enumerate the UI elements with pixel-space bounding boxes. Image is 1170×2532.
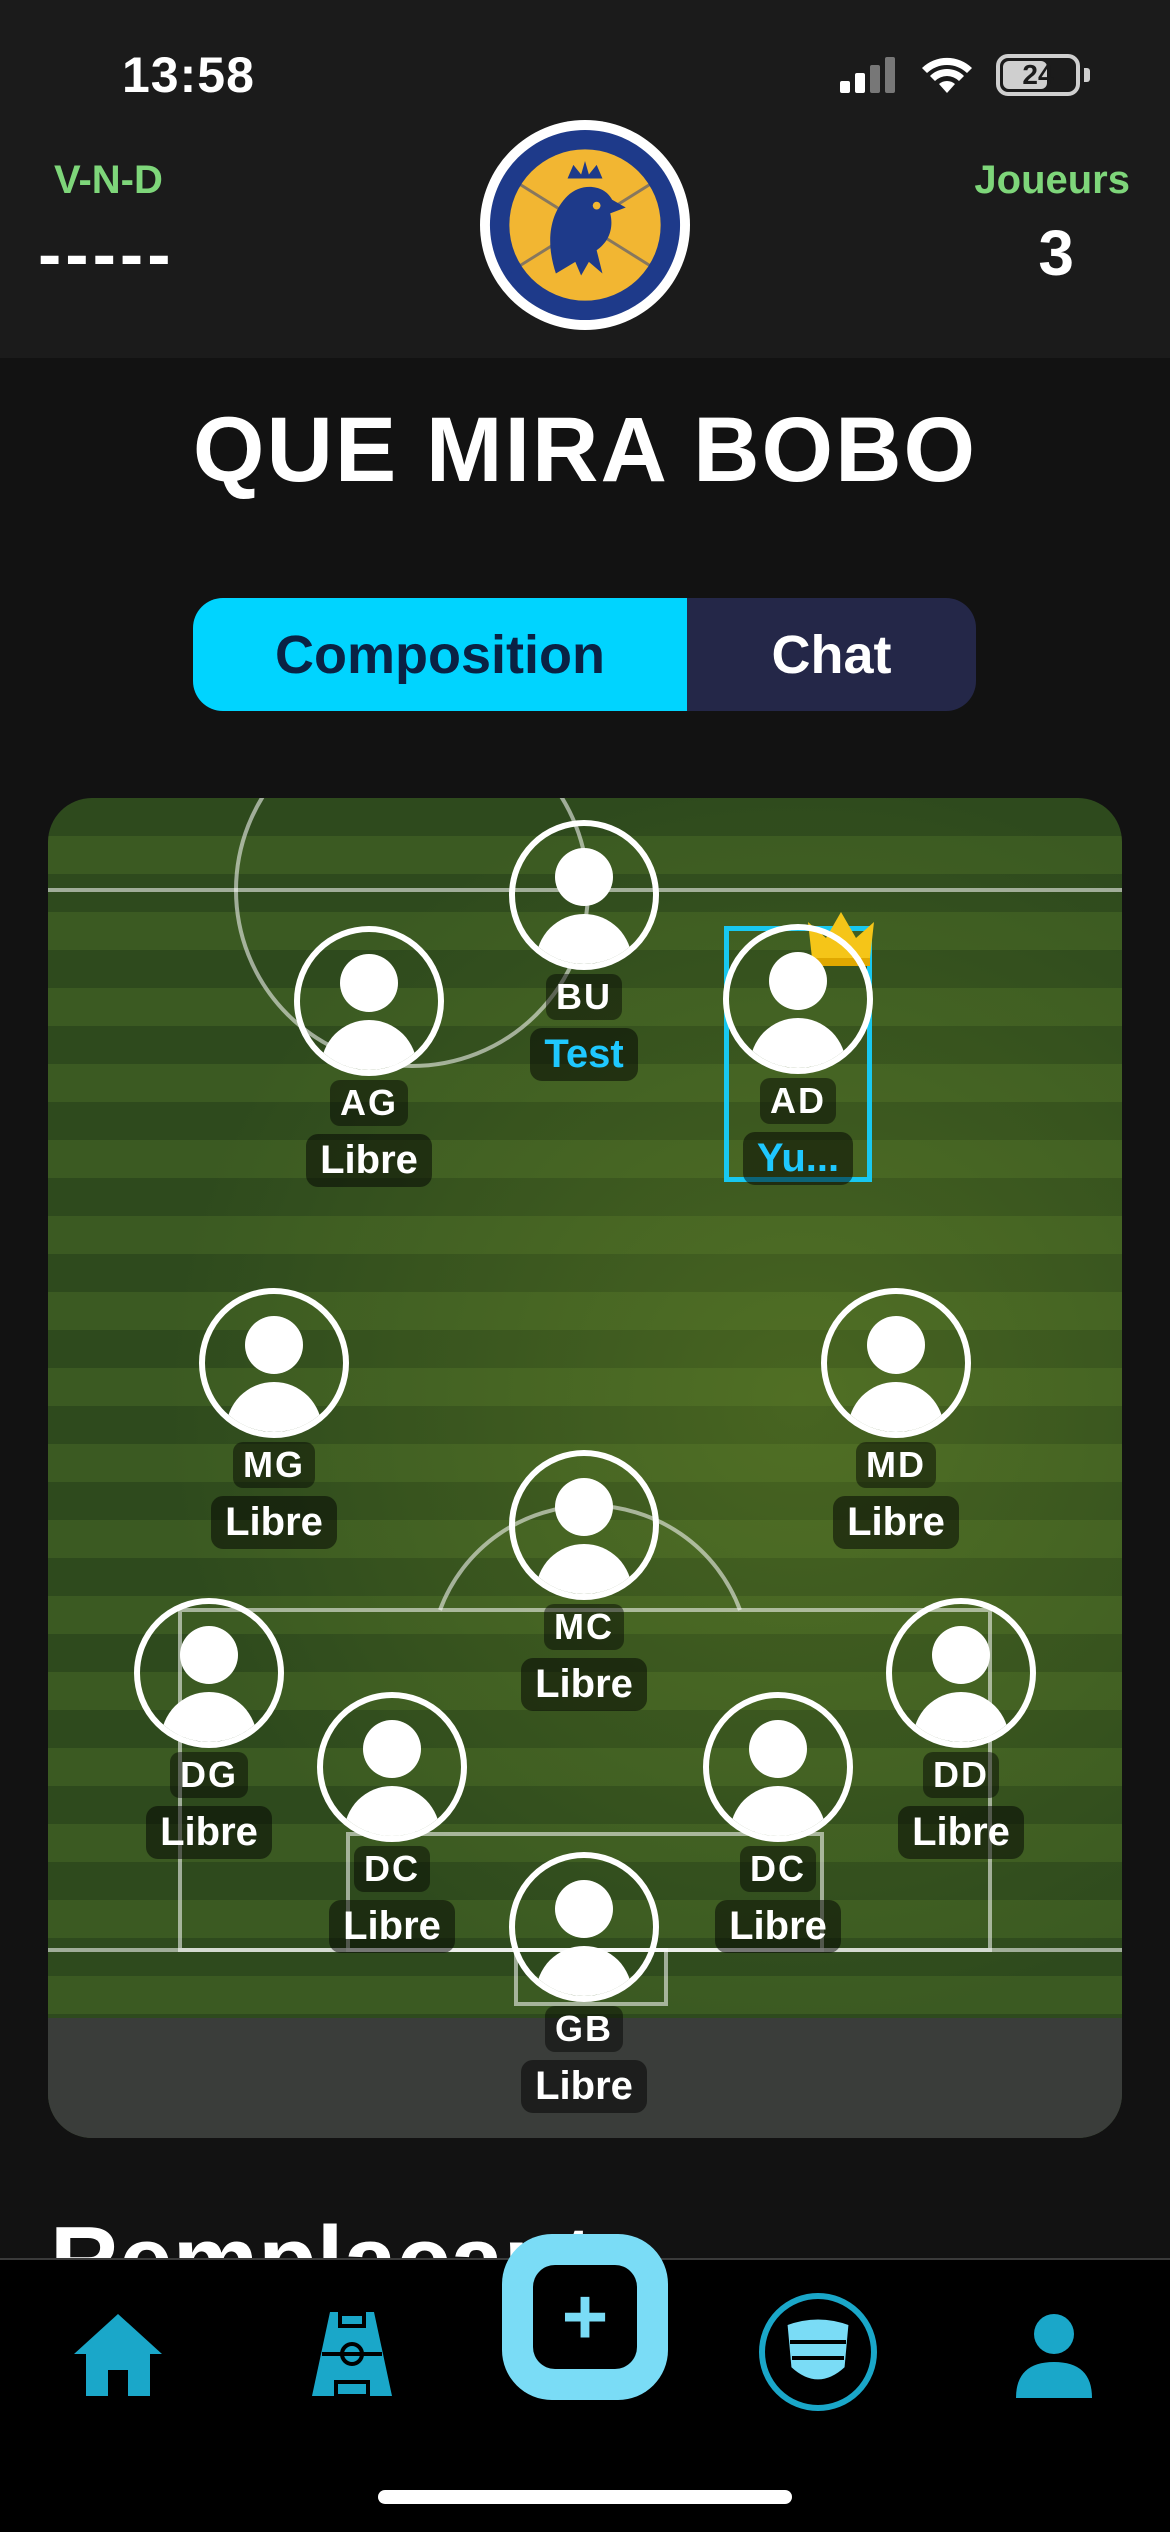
position-label: AD xyxy=(760,1078,836,1124)
position-label: MD xyxy=(856,1442,936,1488)
player-name: Yu... xyxy=(742,1132,854,1185)
team-header: V-N-D ----- Joueurs 3 xyxy=(0,120,1170,358)
profile-icon[interactable] xyxy=(1004,2306,1104,2406)
status-time: 13:58 xyxy=(122,47,255,103)
wifi-icon xyxy=(922,57,972,93)
home-indicator[interactable] xyxy=(378,2490,792,2504)
position-label: BU xyxy=(546,974,622,1020)
position-label: AG xyxy=(330,1080,408,1126)
add-button[interactable]: + xyxy=(502,2234,668,2400)
player-avatar-icon xyxy=(199,1288,349,1438)
player-slot-dc-left[interactable]: DC Libre xyxy=(312,1692,472,1953)
player-slot-gb[interactable]: GB Libre xyxy=(504,1852,664,2113)
record-value: ----- xyxy=(38,215,175,293)
players-label: Joueurs xyxy=(974,158,1130,202)
position-label: DC xyxy=(740,1846,816,1892)
battery-level: 24 xyxy=(1022,59,1054,90)
battery-tip xyxy=(1084,68,1090,82)
player-slot-dg[interactable]: DG Libre xyxy=(129,1598,289,1859)
player-name: Libre xyxy=(521,1658,647,1711)
player-name: Libre xyxy=(329,1900,455,1953)
tab-chat[interactable]: Chat xyxy=(687,598,976,711)
tab-composition[interactable]: Composition xyxy=(193,598,687,711)
team-name: QUE MIRA BOBO xyxy=(192,399,978,501)
player-avatar-icon xyxy=(703,1692,853,1842)
player-name: Libre xyxy=(715,1900,841,1953)
player-avatar-icon xyxy=(317,1692,467,1842)
team-logo[interactable] xyxy=(480,120,690,330)
position-label: GB xyxy=(545,2006,623,2052)
player-slot-bu[interactable]: BU Test xyxy=(504,820,664,1081)
position-label: MC xyxy=(544,1604,624,1650)
player-avatar-icon xyxy=(821,1288,971,1438)
eagle-crest-icon xyxy=(489,129,681,321)
position-label: DC xyxy=(354,1846,430,1892)
player-name: Test xyxy=(530,1028,638,1081)
player-avatar-icon xyxy=(509,1450,659,1600)
record-label: V-N-D xyxy=(54,158,163,202)
player-slot-mc[interactable]: MC Libre xyxy=(504,1450,664,1711)
player-name: Libre xyxy=(521,2060,647,2113)
player-slot-dd[interactable]: DD Libre xyxy=(881,1598,1041,1859)
player-name: Libre xyxy=(306,1134,432,1187)
home-icon[interactable] xyxy=(68,2306,168,2406)
player-avatar-icon xyxy=(886,1598,1036,1748)
player-name: Libre xyxy=(833,1496,959,1549)
player-slot-mg[interactable]: MG Libre xyxy=(194,1288,354,1549)
player-name: Libre xyxy=(146,1806,272,1859)
player-avatar-icon xyxy=(509,820,659,970)
cellular-signal-icon xyxy=(840,57,895,93)
player-avatar-icon xyxy=(294,926,444,1076)
player-avatar-icon xyxy=(723,924,873,1074)
position-label: DG xyxy=(170,1752,248,1798)
player-slot-ad[interactable]: AD Yu... xyxy=(718,924,878,1185)
team-badge-icon[interactable] xyxy=(756,2290,880,2414)
player-slot-dc-right[interactable]: DC Libre xyxy=(698,1692,858,1953)
player-name: Libre xyxy=(211,1496,337,1549)
position-label: MG xyxy=(233,1442,315,1488)
player-avatar-icon xyxy=(509,1852,659,2002)
tab-bar: Composition Chat xyxy=(193,598,976,711)
players-count: 3 xyxy=(1038,217,1074,289)
player-slot-md[interactable]: MD Libre xyxy=(816,1288,976,1549)
pitch-field: BU Test AG Libre AD Yu... MG Libre MD Li… xyxy=(48,798,1122,2138)
position-label: DD xyxy=(923,1752,999,1798)
player-name: Libre xyxy=(898,1806,1024,1859)
battery-icon: 24 xyxy=(996,54,1080,96)
add-icon: + xyxy=(533,2265,637,2369)
pitch-icon[interactable] xyxy=(302,2304,402,2404)
status-icons: 24 xyxy=(838,54,1090,96)
player-slot-ag[interactable]: AG Libre xyxy=(289,926,449,1187)
player-avatar-icon xyxy=(134,1598,284,1748)
